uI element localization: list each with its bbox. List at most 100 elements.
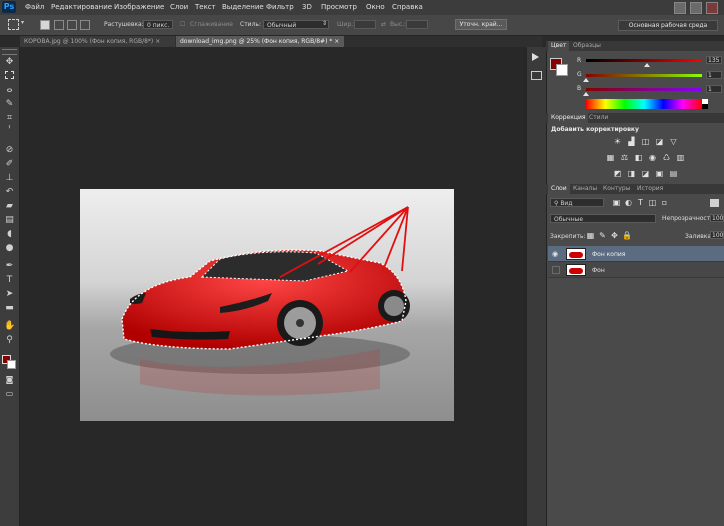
invert-icon[interactable]: ◩ [613,170,622,178]
tab-color[interactable]: Цвет [548,41,570,51]
tab-korova[interactable]: КОРОВА.jpg @ 100% (Фон копия, RGB/8*) × [20,36,175,47]
lock-all-icon[interactable]: 🔒 [622,232,632,240]
width-input[interactable] [354,20,376,29]
play-icon[interactable] [532,53,539,61]
zoom-tool-icon[interactable]: ⚲ [4,335,15,346]
car-image[interactable] [80,189,454,421]
color-balance-icon[interactable]: ⚖ [620,154,629,162]
hand-tool-icon[interactable]: ✋ [4,321,15,332]
background-color-swatch[interactable] [7,360,16,369]
red-slider[interactable] [586,59,702,62]
hue-saturation-icon[interactable]: ▦ [606,154,615,162]
feather-input[interactable]: 0 пикс. [143,20,173,29]
tab-channels[interactable]: Каналы [570,184,600,194]
eraser-tool-icon[interactable]: ▰ [4,201,15,212]
layer-kind-filter[interactable]: ⚲ Вид [550,198,604,207]
new-selection-icon[interactable] [40,20,50,30]
blue-slider[interactable] [586,88,702,91]
filter-pixel-icon[interactable]: ▣ [612,199,621,207]
threshold-icon[interactable]: ◪ [641,170,650,178]
toolbar-grip[interactable] [2,49,17,55]
color-lookup-icon[interactable]: ▥ [676,154,685,162]
spectrum-black[interactable] [702,104,708,109]
menu-file[interactable]: Файл [25,2,44,13]
history-brush-tool-icon[interactable]: ↶ [4,187,15,198]
tab-adjustments[interactable]: Коррекция [548,113,589,123]
quick-select-tool-icon[interactable]: ✎ [4,99,15,110]
filter-type-icon[interactable]: T [636,199,645,207]
menu-window[interactable]: Окно [366,2,385,13]
red-value-input[interactable]: 135 [706,56,722,64]
quick-mask-icon[interactable]: ◙ [4,374,15,385]
filter-smart-icon[interactable]: ▫ [660,199,669,207]
height-input[interactable] [406,20,428,29]
marquee-tool-preset-icon[interactable] [8,19,19,30]
screen-mode-icon[interactable]: ▭ [4,388,15,399]
workspace-select[interactable]: Основная рабочая среда [618,20,718,31]
blend-mode-select[interactable]: Обычные [550,214,656,223]
visibility-box[interactable] [552,266,560,274]
green-slider[interactable] [586,74,702,77]
layer-row-fon-kopiya[interactable]: ◉ Фон копия [548,246,724,262]
channel-mixer-icon[interactable]: ♺ [662,154,671,162]
red-slider-thumb[interactable] [644,63,651,67]
green-slider-thumb[interactable] [583,78,589,82]
green-value-input[interactable]: 1 [706,71,722,79]
lock-transparent-icon[interactable]: ▦ [586,232,595,240]
maximize-button[interactable] [690,2,702,14]
pen-tool-icon[interactable]: ✒ [4,261,15,272]
panel-icon[interactable] [531,71,542,80]
close-icon[interactable]: × [334,38,339,45]
style-select[interactable]: Обычный [263,20,329,29]
brush-tool-icon[interactable]: ✐ [4,159,15,170]
blue-slider-thumb[interactable] [583,92,589,96]
swap-icon[interactable]: ⇄ [381,21,386,28]
posterize-icon[interactable]: ◨ [627,170,636,178]
color-spectrum-bar[interactable] [586,99,702,109]
menu-image[interactable]: Изображение [114,2,164,13]
menu-text[interactable]: Текст [195,2,216,13]
selective-color-icon[interactable]: ▣ [655,170,664,178]
menu-3d[interactable]: 3D [302,2,312,13]
photo-filter-icon[interactable]: ◉ [648,154,657,162]
menu-view[interactable]: Просмотр [321,2,357,13]
tab-layers[interactable]: Слои [548,184,570,194]
gradient-map-icon[interactable]: ▤ [669,170,678,178]
add-selection-icon[interactable] [54,20,64,30]
filter-toggle[interactable] [710,199,719,207]
vibrance-icon[interactable]: ▽ [669,138,678,146]
chevron-down-icon[interactable]: ▾ [21,19,24,26]
blue-value-input[interactable]: 1 [706,85,722,93]
filter-shape-icon[interactable]: ◫ [648,199,657,207]
layer-row-fon[interactable]: Фон [548,262,724,278]
shape-tool-icon[interactable]: ▬ [4,303,15,314]
eye-icon[interactable]: ◉ [552,250,558,258]
refine-edge-button[interactable]: Уточн. край... [455,19,507,30]
opacity-input[interactable]: 100 [710,214,724,222]
tab-paths[interactable]: Контуры [600,184,633,194]
menu-layers[interactable]: Слои [170,2,188,13]
tab-download-img[interactable]: download_img.png @ 25% (Фон копия, RGB/8… [176,36,344,47]
tab-swatches[interactable]: Образцы [570,41,604,51]
exposure-icon[interactable]: ◪ [655,138,664,146]
close-window-button[interactable] [706,2,718,14]
menu-edit[interactable]: Редактирование [51,2,112,13]
tab-history[interactable]: История [634,184,666,194]
menu-select[interactable]: Выделение [222,2,264,13]
healing-brush-tool-icon[interactable]: ⊘ [4,145,15,156]
menu-filter[interactable]: Фильтр [266,2,294,13]
lock-position-icon[interactable]: ✥ [610,232,619,240]
gradient-tool-icon[interactable]: ▤ [4,215,15,226]
clone-stamp-tool-icon[interactable]: ⊥ [4,173,15,184]
move-tool-icon[interactable]: ✥ [4,57,15,68]
blur-tool-icon[interactable]: ◖ [4,229,15,240]
dodge-tool-icon[interactable]: ● [4,243,15,254]
marquee-tool-icon[interactable] [5,71,14,79]
filter-adjust-icon[interactable]: ◐ [624,199,633,207]
eyedropper-tool-icon[interactable]: ⸯ [4,127,15,138]
minimize-button[interactable] [674,2,686,14]
close-icon[interactable]: × [155,38,160,45]
fill-input[interactable]: 100 [710,231,724,239]
lasso-tool-icon[interactable]: ⴰ [4,85,15,96]
brightness-icon[interactable]: ☀ [613,138,622,146]
